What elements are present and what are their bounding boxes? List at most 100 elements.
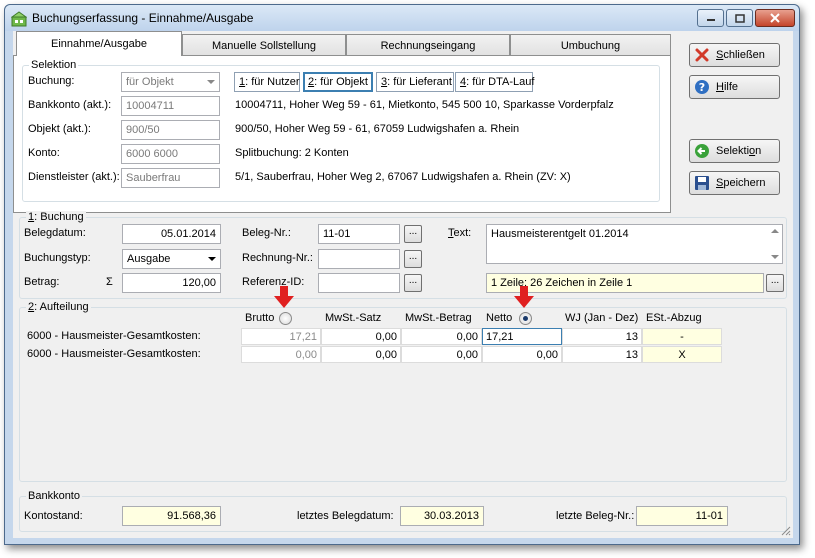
tab-umbuchung[interactable]: Umbuchung — [510, 34, 671, 56]
tab-rechnungseingang[interactable]: Rechnungseingang — [346, 34, 510, 56]
label-part: Selekti — [716, 145, 750, 157]
selektion-group: Selektion Buchung: für Objekt 1: für Nut… — [22, 59, 660, 202]
red-arrow-down-icon — [274, 286, 294, 308]
minimize-icon — [706, 19, 715, 21]
label-part: peichern — [723, 177, 766, 189]
rechnung-nr-picker-button[interactable]: ... — [404, 250, 422, 268]
tab-manuelle-sollstellung[interactable]: Manuelle Sollstellung — [182, 34, 346, 56]
label-part: chließen — [723, 49, 765, 61]
scroll-down-icon[interactable] — [771, 255, 779, 259]
resize-grip-icon[interactable] — [779, 524, 791, 536]
scroll-up-icon[interactable] — [771, 229, 779, 233]
text-picker-button[interactable]: ... — [766, 274, 784, 292]
buchung-select[interactable]: für Objekt — [121, 72, 220, 92]
aufteilung-group-label: 2: Aufteilung — [26, 301, 91, 313]
maximize-icon — [734, 13, 745, 23]
close-window-button[interactable] — [755, 9, 795, 27]
beleg-nr-label: Beleg-Nr.: — [242, 227, 291, 239]
mode-fuer-objekt[interactable]: 2: für Objekt — [303, 72, 373, 92]
close-icon — [770, 13, 780, 23]
sigma-icon: Σ — [106, 276, 113, 288]
red-arrow-down-icon — [514, 286, 534, 308]
letzte-beleg-nr-label: letzte Beleg-Nr.: — [556, 510, 635, 522]
objekt-description: 900/50, Hoher Weg 59 - 61, 67059 Ludwigs… — [235, 123, 520, 135]
maximize-button[interactable] — [726, 9, 753, 27]
buchungstyp-select[interactable]: Ausgabe — [122, 249, 221, 269]
group-label-text: : Aufteilung — [34, 301, 89, 313]
hilfe-label: Hilfe — [716, 81, 738, 93]
buchung-label: Buchung: — [28, 75, 75, 87]
text-label: Text: — [448, 227, 471, 239]
tab-einnahme-ausgabe[interactable]: Einnahme/Ausgabe — [16, 31, 182, 56]
konto-field[interactable]: 6000 6000 — [121, 144, 220, 164]
belegdatum-label: Belegdatum: — [24, 227, 86, 239]
close-x-icon — [695, 48, 709, 62]
referenz-id-picker-button[interactable]: ... — [404, 274, 422, 292]
label-part: n — [755, 145, 762, 157]
betrag-label: Betrag: — [24, 276, 60, 288]
schliessen-label: Schließen — [716, 49, 765, 61]
referenz-id-input[interactable] — [318, 273, 400, 293]
text-textarea-value: Hausmeisterentgelt 01.2014 — [491, 228, 629, 240]
mode-label: : für Nutzer — [245, 76, 300, 88]
netto-cell[interactable]: 0,00 — [482, 346, 562, 363]
letztes-belegdatum-label: letztes Belegdatum: — [297, 510, 394, 522]
minimize-button[interactable] — [697, 9, 724, 27]
mode-fuer-lieferant[interactable]: 3: für Lieferant — [376, 72, 454, 92]
mwst-satz-header: MwSt.-Satz — [325, 312, 382, 324]
brutto-cell[interactable]: 17,21 — [241, 328, 321, 345]
beleg-nr-picker-button[interactable]: ... — [404, 225, 422, 243]
letztes-belegdatum-field: 30.03.2013 — [400, 506, 484, 526]
bankkonto-group-label: Bankkonto — [26, 490, 82, 502]
buchungstyp-value: Ausgabe — [127, 253, 171, 265]
letzte-beleg-nr-field: 11-01 — [636, 506, 728, 526]
est-abzug-header: ESt.-Abzug — [646, 312, 702, 324]
brutto-radio[interactable] — [279, 312, 292, 325]
beleg-nr-input[interactable]: 11-01 — [318, 224, 400, 244]
wj-cell[interactable]: 13 — [562, 346, 642, 363]
label-hotkey: H — [716, 81, 724, 93]
wj-cell[interactable]: 13 — [562, 328, 642, 345]
konto-label: Konto: — [28, 147, 60, 159]
mode-label: : für DTA-Lauf — [466, 76, 535, 88]
text-textarea[interactable]: Hausmeisterentgelt 01.2014 — [486, 224, 783, 264]
mwst-satz-cell[interactable]: 0,00 — [321, 346, 401, 363]
help-icon: ? — [695, 80, 709, 94]
bankkonto-group: Bankkonto Kontostand: 91.568,36 letztes … — [19, 490, 787, 532]
mode-fuer-nutzer[interactable]: 1: für Nutzer — [234, 72, 300, 92]
schliessen-button[interactable]: Schließen — [689, 43, 780, 67]
main-window: Buchungserfassung - Einnahme/Ausgabe Ein… — [4, 4, 800, 545]
selektion-button[interactable]: Selektion — [689, 139, 780, 163]
chevron-down-icon — [207, 80, 215, 84]
rechnung-nr-input[interactable] — [318, 249, 400, 269]
bankkonto-field[interactable]: 10004711 — [121, 96, 220, 116]
chevron-down-icon — [208, 257, 216, 261]
kontostand-label: Kontostand: — [24, 510, 83, 522]
brutto-cell[interactable]: 0,00 — [241, 346, 321, 363]
kontostand-field: 91.568,36 — [122, 506, 221, 526]
mode-fuer-dta-lauf[interactable]: 4: für DTA-Lauf — [455, 72, 535, 92]
betrag-input[interactable]: 120,00 — [122, 273, 221, 293]
est-abzug-cell[interactable]: - — [642, 328, 722, 345]
mwst-betrag-cell[interactable]: 0,00 — [401, 328, 482, 345]
title-bar[interactable]: Buchungserfassung - Einnahme/Ausgabe — [5, 5, 799, 31]
app-logo-icon — [11, 11, 27, 27]
objekt-field[interactable]: 900/50 — [121, 120, 220, 140]
save-disk-icon — [695, 176, 709, 190]
text-label-text: ext: — [453, 227, 472, 239]
client-area: Einnahme/Ausgabe Manuelle Sollstellung R… — [13, 31, 793, 538]
dienstleister-description: 5/1, Sauberfrau, Hoher Weg 2, 67067 Ludw… — [235, 171, 571, 183]
est-abzug-cell[interactable]: X — [642, 346, 722, 363]
mwst-satz-cell[interactable]: 0,00 — [321, 328, 401, 345]
svg-text:?: ? — [699, 81, 705, 94]
hilfe-button[interactable]: ? Hilfe — [689, 75, 780, 99]
netto-radio[interactable] — [519, 312, 532, 325]
speichern-button[interactable]: Speichern — [689, 171, 780, 195]
buchungstyp-label: Buchungstyp: — [24, 252, 91, 264]
netto-header: Netto — [486, 312, 513, 324]
dienstleister-field[interactable]: Sauberfrau — [121, 168, 220, 188]
mwst-betrag-cell[interactable]: 0,00 — [401, 346, 482, 363]
belegdatum-input[interactable]: 05.01.2014 — [122, 224, 221, 244]
label-part: ilfe — [723, 81, 739, 93]
netto-cell[interactable]: 17,21 — [482, 328, 562, 345]
